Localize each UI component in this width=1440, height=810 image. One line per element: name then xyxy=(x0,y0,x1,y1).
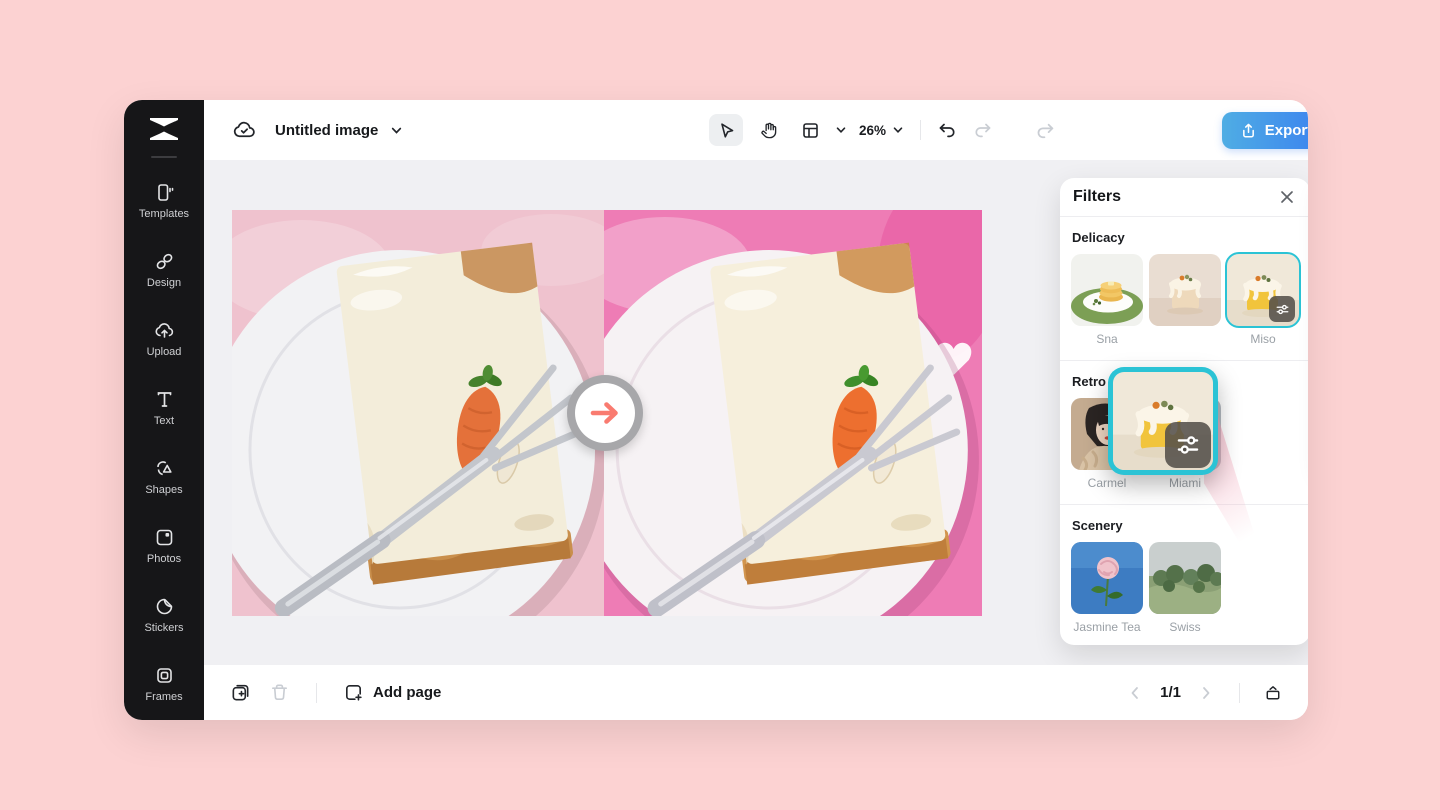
filter-adjust-badge[interactable] xyxy=(1269,296,1295,322)
title-chevron-down-icon[interactable] xyxy=(390,124,403,137)
panel-divider xyxy=(1060,360,1308,361)
page-indicator: 1/1 xyxy=(1160,684,1181,701)
snack-thumbnail xyxy=(1071,254,1143,326)
sidebar-item-label: Frames xyxy=(145,690,183,703)
before-after-arrow xyxy=(567,375,643,451)
sidebar-item-shapes[interactable]: Shapes xyxy=(128,442,200,511)
filter-label: Miami xyxy=(1169,476,1201,490)
export-label: Export xyxy=(1264,122,1308,139)
arrow-right-icon xyxy=(590,402,618,424)
layout-tool-button[interactable] xyxy=(793,114,827,146)
section-name-scenery: Scenery xyxy=(1072,518,1123,533)
redo-secondary-icon[interactable] xyxy=(1035,120,1056,141)
export-icon xyxy=(1242,123,1254,138)
scenery-thumb-row: Jasmine Tea Swiss xyxy=(1071,542,1299,634)
sidebar-item-label: Design xyxy=(146,276,182,289)
previous-page-icon[interactable] xyxy=(1126,684,1144,702)
filter-item-miso[interactable]: Miso xyxy=(1225,252,1301,346)
sidebar-item-photos[interactable]: Photos xyxy=(128,511,200,580)
panel-divider xyxy=(1060,504,1308,505)
hand-icon xyxy=(760,122,776,138)
toolbar-divider xyxy=(920,120,922,140)
delicacy-thumb-row: Sna Miso xyxy=(1071,252,1301,346)
sidebar-divider xyxy=(151,156,177,158)
cake-thumbnail xyxy=(1149,254,1221,326)
sidebar-item-stickers[interactable]: Stickers xyxy=(128,580,200,649)
text-icon xyxy=(157,391,171,407)
photo-after xyxy=(604,210,982,616)
sidebar-item-label: Photos xyxy=(146,552,182,565)
sidebar-item-label: Upload xyxy=(146,345,182,358)
zoom-chevron-down-icon xyxy=(893,127,903,133)
layout-icon xyxy=(802,122,818,138)
sidebar-item-label: Shapes xyxy=(145,483,183,496)
sidebar-item-text[interactable]: Text xyxy=(128,373,200,442)
zoom-control[interactable]: 26% xyxy=(859,123,904,138)
document-title[interactable]: Untitled image xyxy=(275,122,378,139)
filter-label: Carmel xyxy=(1087,476,1127,490)
add-page-icon xyxy=(346,685,362,701)
sidebar-item-label: Text xyxy=(153,414,175,427)
layout-chevron-down-icon[interactable] xyxy=(835,124,847,136)
capcut-logo-icon[interactable] xyxy=(145,113,183,145)
redo-icon[interactable] xyxy=(973,120,993,140)
photo-before xyxy=(232,210,604,616)
dragged-filter-thumbnail[interactable] xyxy=(1108,367,1218,475)
zoom-level: 26% xyxy=(859,122,887,138)
cursor-icon xyxy=(720,122,733,138)
sidebar-item-upload[interactable]: Upload xyxy=(128,304,200,373)
export-button[interactable]: Export xyxy=(1222,112,1308,149)
undo-icon[interactable] xyxy=(937,120,957,140)
bottombar-divider xyxy=(316,682,317,703)
sliders-icon xyxy=(1276,304,1288,314)
design-icon xyxy=(156,253,172,269)
upload-icon xyxy=(154,322,173,338)
filter-label: Miso xyxy=(1250,332,1276,346)
stickers-icon xyxy=(156,598,172,614)
swiss-thumbnail xyxy=(1149,542,1221,614)
templates-icon xyxy=(157,183,173,201)
present-icon[interactable] xyxy=(1264,684,1282,702)
filter-item-swiss[interactable]: Swiss xyxy=(1149,542,1221,634)
hand-tool-button[interactable] xyxy=(751,114,785,146)
duplicate-page-icon[interactable] xyxy=(230,682,251,703)
filter-label: Jasmine Tea xyxy=(1073,620,1141,634)
filter-label: Swiss xyxy=(1169,620,1201,634)
bottombar-divider xyxy=(1239,682,1240,703)
sidebar-item-design[interactable]: Design xyxy=(128,235,200,304)
panel-divider xyxy=(1060,216,1308,217)
close-icon[interactable] xyxy=(1277,187,1297,207)
top-toolbar: Untitled image 26% Export xyxy=(204,100,1308,160)
filter-label: Sna xyxy=(1096,332,1118,346)
delete-page-icon[interactable] xyxy=(269,682,290,703)
sidebar-item-label: Templates xyxy=(138,207,190,220)
shapes-icon xyxy=(156,460,172,475)
jasmine-tea-thumbnail xyxy=(1071,542,1143,614)
next-page-icon[interactable] xyxy=(1197,684,1215,702)
filter-adjust-badge-large[interactable] xyxy=(1165,422,1211,468)
frames-icon xyxy=(156,667,172,683)
add-page-button[interactable]: Add page xyxy=(343,682,441,703)
select-tool-button[interactable] xyxy=(709,114,743,146)
filter-item-delicacy-2[interactable] xyxy=(1149,254,1221,346)
app-window: Templates Design Upload Text Shapes Phot… xyxy=(124,100,1308,720)
left-sidebar: Templates Design Upload Text Shapes Phot… xyxy=(124,100,204,720)
canvas-area[interactable]: Filters Delicacy Sna Miso Retro Carmel M… xyxy=(204,160,1308,665)
sidebar-item-templates[interactable]: Templates xyxy=(128,166,200,235)
add-page-label: Add page xyxy=(373,684,442,701)
cloud-saved-icon[interactable] xyxy=(232,118,257,143)
sidebar-item-frames[interactable]: Frames xyxy=(128,649,200,718)
sidebar-item-label: Stickers xyxy=(144,621,184,634)
photos-icon xyxy=(156,529,172,545)
filters-panel-title: Filters xyxy=(1073,188,1122,205)
sliders-icon xyxy=(1177,436,1199,454)
canvas-tools: 26% xyxy=(709,114,1056,146)
filter-item-snack[interactable]: Sna xyxy=(1071,254,1143,346)
filter-item-jasmine-tea[interactable]: Jasmine Tea xyxy=(1071,542,1143,634)
bottom-bar: Add page 1/1 xyxy=(204,665,1308,720)
section-name-delicacy: Delicacy xyxy=(1072,230,1125,245)
